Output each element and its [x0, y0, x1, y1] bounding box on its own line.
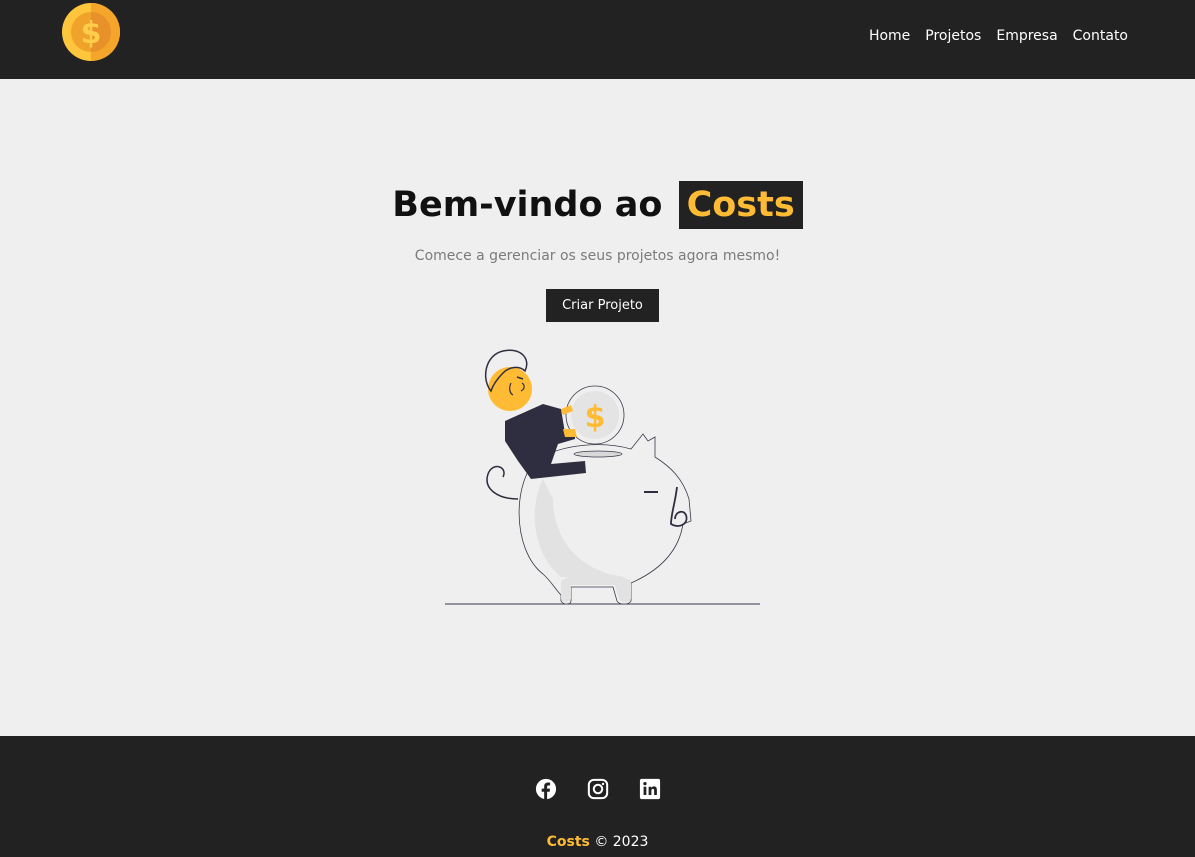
facebook-icon	[535, 778, 556, 800]
nav-item-contato: Contato	[1073, 25, 1128, 46]
instagram-icon	[587, 778, 608, 800]
linkedin-link[interactable]	[639, 778, 661, 800]
copyright-text: Costs © 2023	[0, 834, 1195, 850]
main-content: Bem-vindo ao Costs Comece a gerenciar os…	[0, 79, 1195, 736]
footer: Costs © 2023	[0, 736, 1195, 857]
nav-link-contato[interactable]: Contato	[1073, 28, 1128, 44]
social-links	[0, 778, 1195, 800]
piggy-bank-illustration: $	[445, 349, 760, 605]
footer-copyright: © 2023	[594, 834, 649, 850]
nav-item-home: Home	[869, 25, 910, 46]
svg-text:$: $	[585, 400, 606, 435]
dollar-coin-icon[interactable]: $	[62, 3, 120, 61]
hero-title-prefix: Bem-vindo ao	[392, 185, 663, 225]
hero-subtitle: Comece a gerenciar os seus projetos agor…	[414, 248, 781, 264]
navbar: $ Home Projetos Empresa Contato	[0, 0, 1195, 79]
linkedin-icon	[639, 778, 660, 800]
svg-text:$: $	[81, 16, 102, 51]
facebook-link[interactable]	[535, 778, 557, 800]
create-project-button[interactable]: Criar Projeto	[546, 289, 659, 322]
hero-title: Bem-vindo ao Costs	[0, 181, 1195, 229]
nav-links: Home Projetos Empresa Contato	[869, 25, 1128, 46]
nav-link-projetos[interactable]: Projetos	[925, 28, 981, 44]
nav-link-empresa[interactable]: Empresa	[996, 28, 1057, 44]
nav-link-home[interactable]: Home	[869, 28, 910, 44]
hero-title-brand: Costs	[678, 181, 803, 229]
nav-item-projetos: Projetos	[925, 25, 981, 46]
instagram-link[interactable]	[587, 778, 609, 800]
footer-brand: Costs	[546, 834, 590, 850]
nav-item-empresa: Empresa	[996, 25, 1057, 46]
